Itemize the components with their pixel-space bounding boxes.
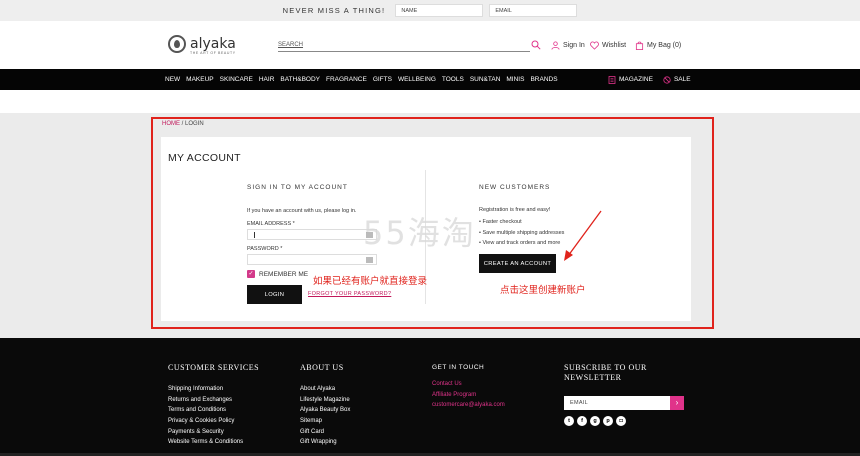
wishlist-link[interactable]: Wishlist <box>590 41 626 50</box>
footer-link[interactable]: Privacy & Cookies Policy <box>168 418 259 429</box>
footer-link[interactable]: Contact Us <box>432 381 505 392</box>
footer-link[interactable]: Payments & Security <box>168 429 259 440</box>
google-plus-icon[interactable]: g <box>590 416 600 426</box>
footer-link[interactable]: Lifestyle Magazine <box>300 397 350 408</box>
twitter-icon[interactable]: t <box>564 416 574 426</box>
search-icon[interactable] <box>531 40 541 50</box>
magazine-icon <box>608 75 616 84</box>
social-links: t f g p ◘ <box>564 416 626 426</box>
nav-items: NEW MAKEUP SKINCARE HAIR BATH&BODY FRAGRANCE G… <box>165 69 558 90</box>
nav-item-minis[interactable]: MINIS <box>506 76 524 83</box>
nav-item-wellbeing[interactable]: WELLBEING <box>398 76 436 83</box>
footer-link[interactable]: Gift Card <box>300 429 350 440</box>
nav-item-sun-tan[interactable]: SUN&TAN <box>470 76 501 83</box>
logo-text: alyaka <box>190 36 236 52</box>
sale-icon <box>663 75 671 84</box>
heart-icon <box>590 41 599 50</box>
bag-label: My Bag (0) <box>647 42 682 49</box>
logo-drop-icon <box>168 35 186 53</box>
search-input[interactable]: SEARCH <box>278 42 530 52</box>
signin-label: Sign In <box>563 42 585 49</box>
instagram-icon[interactable]: ◘ <box>616 416 626 426</box>
footer-customer-services: CUSTOMER SERVICES Shipping Information R… <box>168 363 259 450</box>
newsletter-submit-button[interactable]: › <box>670 396 684 410</box>
pinterest-icon[interactable]: p <box>603 416 613 426</box>
site-header: alyaka THE ART OF BEAUTY SEARCH Sign In … <box>0 21 860 69</box>
newsletter-topbar: NEVER MISS A THING! NAME EMAIL <box>0 0 860 21</box>
footer-link[interactable]: About Alyaka <box>300 386 350 397</box>
topbar-slogan: NEVER MISS A THING! <box>282 6 386 15</box>
user-icon <box>551 41 560 50</box>
footer-link[interactable]: Affiliate Program <box>432 392 505 403</box>
nav-item-brands[interactable]: BRANDS <box>530 76 557 83</box>
nav-item-tools[interactable]: TOOLS <box>442 76 464 83</box>
footer-get-in-touch: GET IN TOUCH Contact Us Affiliate Progra… <box>432 363 505 413</box>
nav-magazine-label: MAGAZINE <box>619 76 653 83</box>
footer-heading: SUBSCRIBE TO OUR NEWSLETTER <box>564 363 647 382</box>
site-footer: CUSTOMER SERVICES Shipping Information R… <box>0 338 860 456</box>
footer-link[interactable]: Returns and Exchanges <box>168 397 259 408</box>
facebook-icon[interactable]: f <box>577 416 587 426</box>
footer-heading: ABOUT US <box>300 363 344 372</box>
footer-link[interactable]: Sitemap <box>300 418 350 429</box>
nav-item-gifts[interactable]: GIFTS <box>373 76 392 83</box>
wishlist-label: Wishlist <box>602 42 627 49</box>
footer-heading: GET IN TOUCH <box>432 364 485 371</box>
site-logo[interactable]: alyaka THE ART OF BEAUTY <box>168 35 236 55</box>
nav-sale[interactable]: SALE <box>663 75 691 84</box>
logo-tagline: THE ART OF BEAUTY <box>190 51 236 55</box>
bag-icon <box>635 41 644 50</box>
footer-link[interactable]: Terms and Conditions <box>168 407 259 418</box>
nav-right: MAGAZINE SALE <box>608 69 691 90</box>
footer-newsletter: SUBSCRIBE TO OUR NEWSLETTER <box>564 363 674 383</box>
footer-about: ABOUT US About Alyaka Lifestyle Magazine… <box>300 363 350 450</box>
newsletter-email-input[interactable]: EMAIL <box>564 396 670 410</box>
nav-item-new[interactable]: NEW <box>165 76 180 83</box>
bag-link[interactable]: My Bag (0) <box>635 41 681 50</box>
nav-sale-label: SALE <box>673 76 691 83</box>
nav-item-skincare[interactable]: SKINCARE <box>220 76 253 83</box>
topbar-name-input[interactable]: NAME <box>395 4 484 17</box>
annotation-highlight-box <box>151 117 714 329</box>
footer-link[interactable]: Gift Wrapping <box>300 439 350 450</box>
nav-magazine[interactable]: MAGAZINE <box>608 75 653 84</box>
footer-link[interactable]: customercare@alyaka.com <box>432 402 505 413</box>
nav-item-bath-body[interactable]: BATH&BODY <box>280 76 320 83</box>
footer-link[interactable]: Shipping Information <box>168 386 259 397</box>
footer-link[interactable]: Website Terms & Conditions <box>168 439 259 450</box>
nav-item-hair[interactable]: HAIR <box>259 76 275 83</box>
footer-heading: CUSTOMER SERVICES <box>168 363 260 372</box>
main-nav: NEW MAKEUP SKINCARE HAIR BATH&BODY FRAGRANCE G… <box>0 69 860 90</box>
footer-link[interactable]: Alyaka Beauty Box <box>300 407 350 418</box>
topbar-email-input[interactable]: EMAIL <box>489 4 578 17</box>
signin-link[interactable]: Sign In <box>551 41 585 50</box>
nav-item-fragrance[interactable]: FRAGRANCE <box>326 76 367 83</box>
nav-item-makeup[interactable]: MAKEUP <box>186 76 213 83</box>
